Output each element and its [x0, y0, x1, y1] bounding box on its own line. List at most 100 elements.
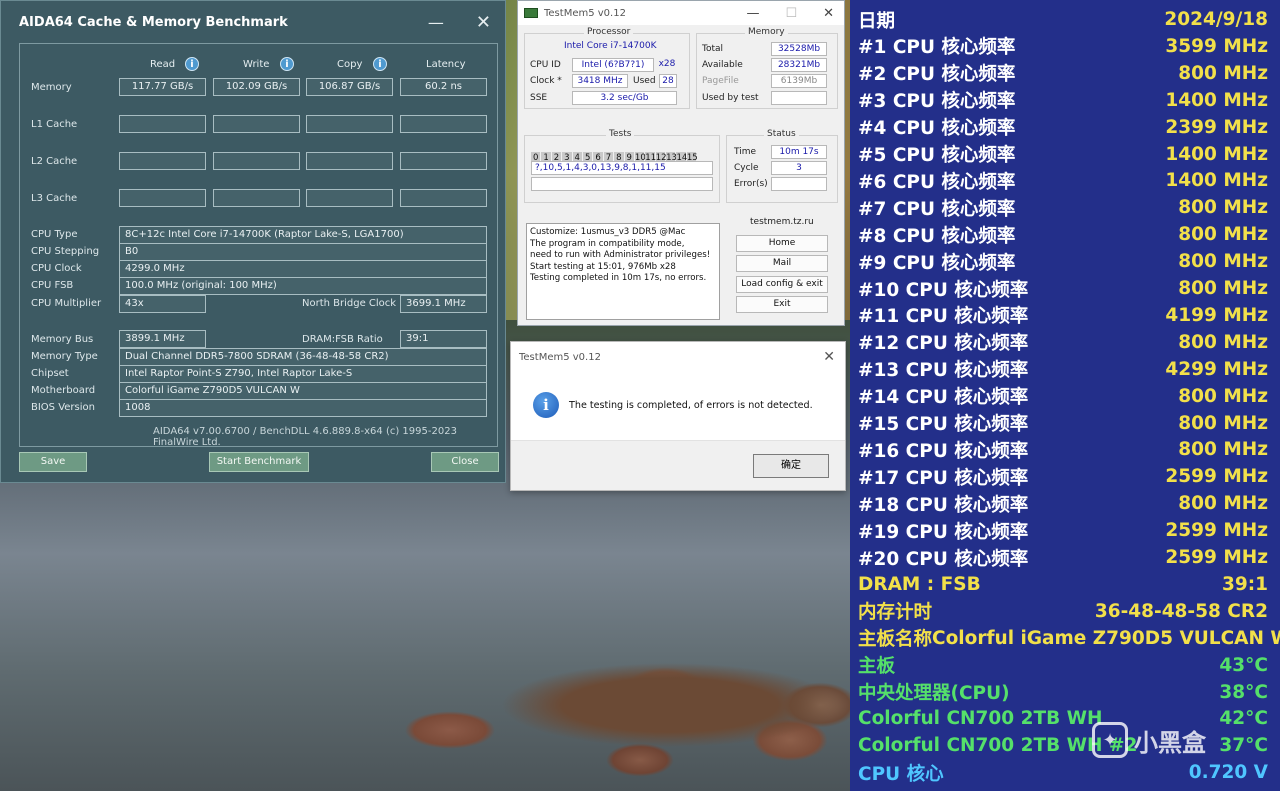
l1-copy-value: [306, 115, 393, 133]
clock-label: Clock *: [530, 76, 562, 86]
available-value: 28321Mb: [771, 58, 827, 72]
watermark-text: 小黑盒: [1134, 728, 1206, 757]
osd-row: 内存计时 36-48-48-58 CR2: [858, 598, 1268, 625]
cpu-stepping-label: CPU Stepping: [31, 246, 100, 257]
osd-row: #13 CPU 核心频率 4299 MHz: [858, 356, 1268, 383]
osd-label: #11 CPU 核心频率: [858, 306, 1029, 328]
memory-bus-value: 3899.1 MHz: [119, 330, 206, 348]
processor-name: Intel Core i7-14700K: [564, 41, 657, 51]
total-value: 32528Mb: [771, 42, 827, 56]
log-line: Start testing at 15:01, 976Mb x28: [530, 261, 676, 272]
dialog-message: The testing is completed, of errors is n…: [569, 399, 813, 411]
osd-value: 0.720 V: [1188, 762, 1268, 784]
minimize-icon[interactable]: —: [428, 13, 444, 32]
l2-latency-value: [400, 152, 487, 170]
osd-row: #19 CPU 核心频率 2599 MHz: [858, 517, 1268, 544]
info-icon[interactable]: i: [185, 57, 199, 71]
load-config-exit-button[interactable]: Load config & exit: [736, 276, 828, 293]
osd-label: #19 CPU 核心频率: [858, 521, 1029, 543]
close-icon[interactable]: ✕: [823, 6, 834, 21]
log-line: Testing completed in 10m 17s, no errors.: [530, 273, 707, 283]
osd-row: #18 CPU 核心频率 800 MHz: [858, 490, 1268, 517]
benchmark-panel: Read i Write i Copy i Latency Memory 117…: [19, 43, 498, 448]
osd-value: 1400 MHz: [1165, 170, 1268, 192]
minimize-icon[interactable]: —: [746, 6, 759, 21]
log-line: need to run with Administrator privilege…: [530, 250, 711, 260]
information-icon: i: [533, 392, 559, 418]
osd-label: 主板名称: [858, 629, 933, 651]
status-group-title: Status: [764, 129, 799, 139]
aida-footer: AIDA64 v7.00.6700 / BenchDLL 4.6.889.8-x…: [153, 426, 457, 448]
info-icon[interactable]: i: [280, 57, 294, 71]
ok-button[interactable]: 确定: [753, 454, 829, 478]
osd-label: #3 CPU 核心频率: [858, 91, 1016, 113]
osd-row: 日期 2024/9/18: [858, 6, 1268, 33]
errors-label: Error(s): [734, 179, 768, 189]
errors-value: [771, 177, 827, 191]
used-by-test-value: [771, 91, 827, 105]
l2-read-value: [119, 152, 206, 170]
osd-label: #12 CPU 核心频率: [858, 333, 1029, 355]
dialog-title: TestMem5 v0.12: [519, 351, 601, 363]
osd-row: CPU 核心 0.720 V: [858, 759, 1268, 786]
exit-button[interactable]: Exit: [736, 296, 828, 313]
tests-group-title: Tests: [606, 129, 635, 139]
info-icon[interactable]: i: [373, 57, 387, 71]
memory-type-value: Dual Channel DDR5-7800 SDRAM (36-48-48-5…: [119, 348, 487, 366]
aida64-titlebar: AIDA64 Cache & Memory Benchmark — ✕: [1, 1, 505, 43]
memory-write-value: 102.09 GB/s: [213, 78, 300, 96]
mail-button[interactable]: Mail: [736, 255, 828, 272]
cpu-stepping-value: B0: [119, 243, 487, 261]
l2-copy-value: [306, 152, 393, 170]
osd-label: #5 CPU 核心频率: [858, 145, 1016, 166]
website-label: testmem.tz.ru: [750, 217, 814, 227]
row-label-memory: Memory: [31, 82, 72, 93]
osd-value: 800 MHz: [1178, 278, 1268, 299]
used-label: Used: [633, 76, 656, 86]
l1-latency-value: [400, 115, 487, 133]
dialog-titlebar: TestMem5 v0.12 ✕: [511, 342, 845, 372]
available-label: Available: [702, 60, 743, 70]
header-write: Write: [243, 59, 270, 70]
osd-row: #10 CPU 核心频率 800 MHz: [858, 275, 1268, 302]
osd-row: #20 CPU 核心频率 2599 MHz: [858, 544, 1268, 571]
osd-value: 800 MHz: [1178, 493, 1268, 515]
header-copy: Copy: [337, 59, 363, 70]
total-label: Total: [702, 44, 724, 54]
osd-value: 4199 MHz: [1165, 304, 1268, 326]
osd-label: #16 CPU 核心频率: [858, 440, 1029, 462]
chipset-value: Intel Raptor Point-S Z790, Intel Raptor …: [119, 365, 487, 383]
header-latency: Latency: [426, 59, 466, 70]
osd-value: 4299 MHz: [1165, 358, 1268, 380]
osd-row: Colorful CN700 2TB WH #2 37°C: [858, 732, 1268, 759]
home-button[interactable]: Home: [736, 235, 828, 252]
close-button[interactable]: Close: [431, 452, 499, 472]
osd-row: #5 CPU 核心频率 1400 MHz: [858, 141, 1268, 168]
header-read: Read: [150, 59, 176, 70]
close-icon[interactable]: ✕: [476, 12, 491, 33]
motherboard-label: Motherboard: [31, 385, 96, 396]
l3-read-value: [119, 189, 206, 207]
osd-label: Colorful CN700 2TB WH: [858, 708, 1103, 730]
start-benchmark-button[interactable]: Start Benchmark: [209, 452, 309, 472]
cpu-multiplier-label: CPU Multiplier: [31, 298, 102, 309]
close-icon[interactable]: ✕: [823, 349, 845, 365]
osd-row: 主板 43°C: [858, 652, 1268, 679]
osd-value: 36-48-48-58 CR2: [1094, 600, 1268, 622]
row-label-l1: L1 Cache: [31, 119, 78, 130]
memory-latency-value: 60.2 ns: [400, 78, 487, 96]
osd-label: #8 CPU 核心频率: [858, 225, 1016, 247]
save-button[interactable]: Save: [19, 452, 87, 472]
osd-label: #18 CPU 核心频率: [858, 494, 1029, 516]
time-value: 10m 17s: [771, 145, 827, 159]
memory-bus-label: Memory Bus: [31, 334, 94, 345]
bios-label: BIOS Version: [31, 402, 95, 413]
osd-row: DRAM : FSB 39:1: [858, 571, 1268, 598]
l3-latency-value: [400, 189, 487, 207]
l3-copy-value: [306, 189, 393, 207]
log-textbox[interactable]: Customize: 1usmus_v3 DDR5 @Mac The progr…: [526, 223, 720, 320]
window-title: TestMem5 v0.12: [544, 7, 626, 19]
osd-value: 1400 MHz: [1165, 89, 1268, 111]
memory-group-title: Memory: [745, 27, 788, 37]
cpu-clock-label: CPU Clock: [31, 263, 82, 274]
